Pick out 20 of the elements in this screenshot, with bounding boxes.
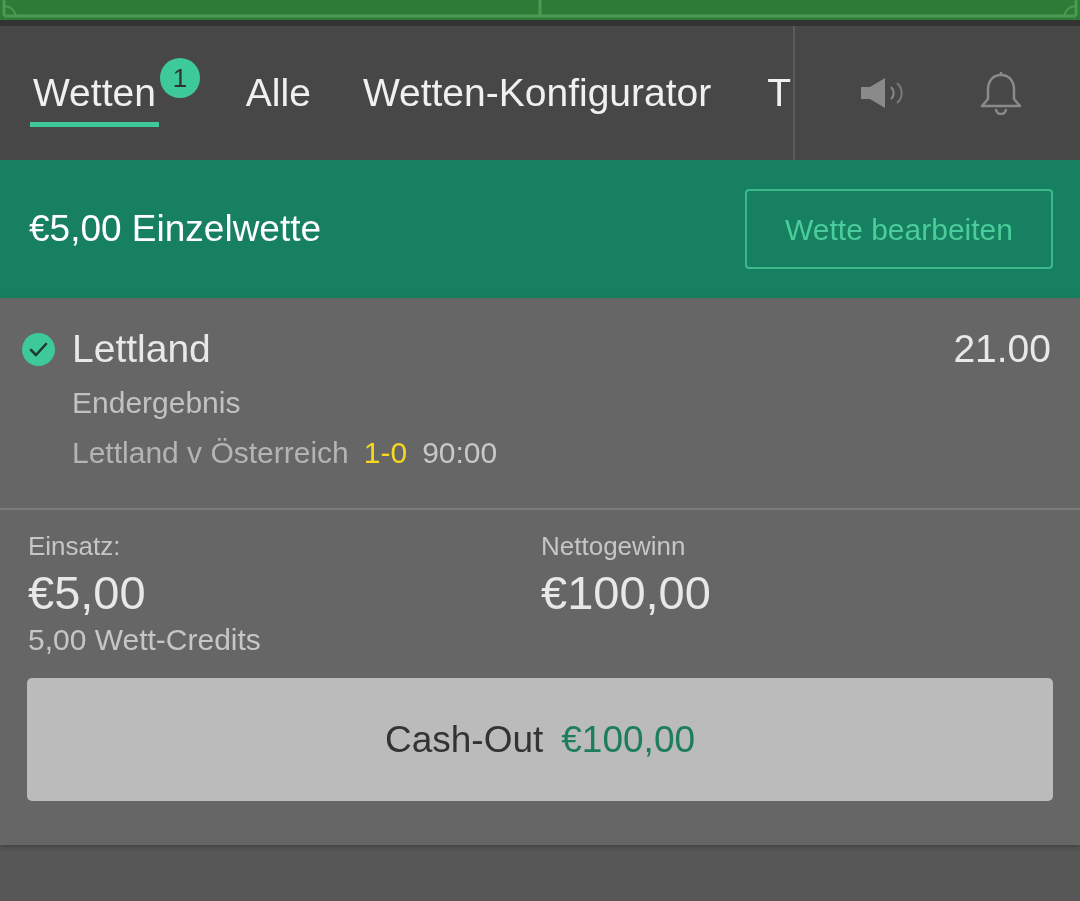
stake-label: Einsatz: (28, 530, 121, 562)
event-name: Lettland v Österreich (72, 435, 349, 471)
count-badge: 1 (159, 58, 200, 98)
speaker-icon[interactable] (860, 78, 905, 108)
bell-icon[interactable] (978, 71, 1023, 115)
net-win-amount: €100,00 (541, 566, 711, 620)
stake-amount: €5,00 (28, 566, 146, 620)
odds: 21.00 (953, 327, 1051, 371)
net-win-label: Nettogewinn (541, 530, 686, 562)
selection-name: Lettland (72, 327, 211, 371)
bet-credits: 5,00 Wett-Credits (28, 622, 261, 658)
match-time: 90:00 (422, 435, 498, 471)
bet-title: €5,00 Einzelwette (29, 207, 322, 252)
market-name: Endergebnis (72, 385, 241, 421)
live-score: 1-0 (363, 435, 408, 471)
tab[interactable]: T (764, 26, 793, 127)
cash-out-button[interactable]: Cash-Out €100,00 (27, 678, 1053, 801)
tab[interactable]: Alle (242, 26, 314, 127)
tab[interactable]: Wetten-Konfigurator (359, 26, 715, 127)
tab[interactable]: Wetten (30, 26, 159, 127)
